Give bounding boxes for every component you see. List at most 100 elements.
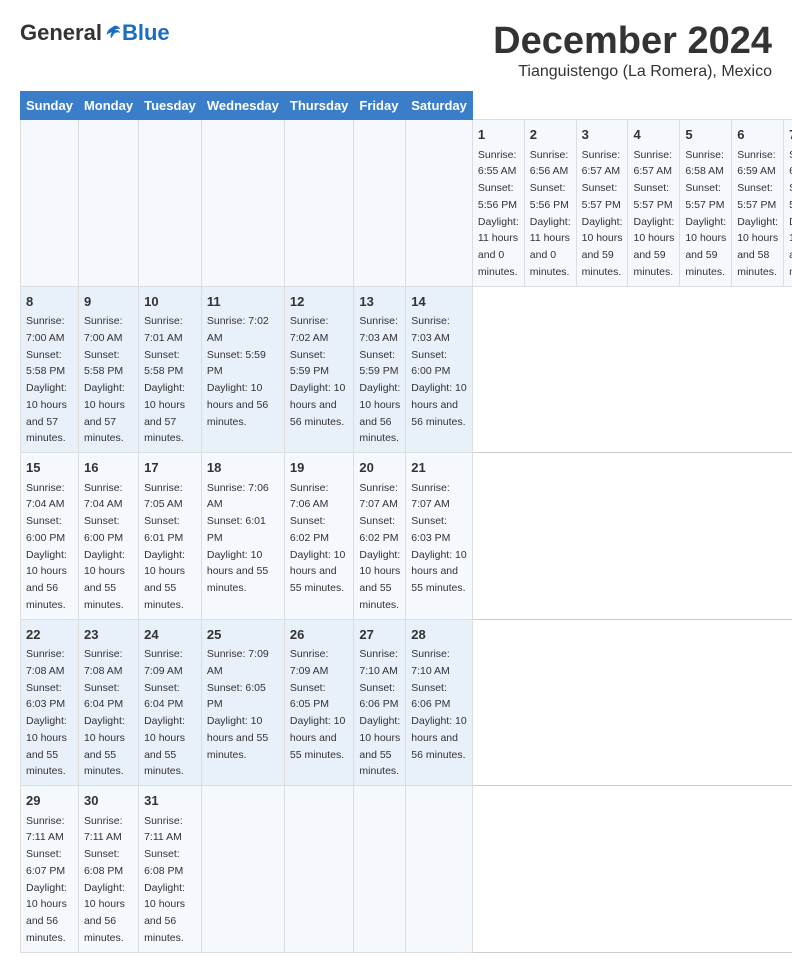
calendar-table: Sunday Monday Tuesday Wednesday Thursday… [20, 91, 792, 953]
sunset-text: Sunset: 5:57 PM [582, 182, 621, 211]
sunrise-text: Sunrise: 7:02 AM [290, 315, 329, 344]
sunset-text: Sunset: 6:00 PM [411, 349, 450, 378]
sunrise-text: Sunrise: 7:08 AM [84, 648, 123, 677]
table-cell: 26 Sunrise: 7:09 AM Sunset: 6:05 PM Dayl… [284, 619, 354, 786]
table-cell [354, 786, 406, 953]
day-number: 3 [582, 125, 623, 145]
daylight-text: Daylight: 10 hours and 55 minutes. [144, 715, 185, 777]
table-cell: 4 Sunrise: 6:57 AM Sunset: 5:57 PM Dayli… [628, 120, 680, 287]
sunset-text: Sunset: 6:00 PM [26, 515, 65, 544]
table-cell: 30 Sunrise: 7:11 AM Sunset: 6:08 PM Dayl… [78, 786, 138, 953]
sunset-text: Sunset: 5:58 PM [26, 349, 65, 378]
sunset-text: Sunset: 6:04 PM [84, 682, 123, 711]
sunrise-text: Sunrise: 7:00 AM [84, 315, 123, 344]
sunset-text: Sunset: 6:03 PM [411, 515, 450, 544]
table-cell: 10 Sunrise: 7:01 AM Sunset: 5:58 PM Dayl… [139, 286, 202, 453]
day-number: 2 [530, 125, 571, 145]
day-number: 17 [144, 458, 196, 478]
sunrise-text: Sunrise: 7:09 AM [290, 648, 329, 677]
table-cell: 31 Sunrise: 7:11 AM Sunset: 6:08 PM Dayl… [139, 786, 202, 953]
table-cell [139, 120, 202, 287]
day-number: 19 [290, 458, 349, 478]
sunset-text: Sunset: 5:57 PM [737, 182, 776, 211]
table-cell: 29 Sunrise: 7:11 AM Sunset: 6:07 PM Dayl… [21, 786, 79, 953]
table-cell: 6 Sunrise: 6:59 AM Sunset: 5:57 PM Dayli… [732, 120, 784, 287]
calendar-week-row: 22 Sunrise: 7:08 AM Sunset: 6:03 PM Dayl… [21, 619, 792, 786]
sunrise-text: Sunrise: 7:11 AM [84, 815, 123, 844]
day-number: 15 [26, 458, 73, 478]
sunrise-text: Sunrise: 7:10 AM [411, 648, 450, 677]
table-cell: 12 Sunrise: 7:02 AM Sunset: 5:59 PM Dayl… [284, 286, 354, 453]
day-number: 6 [737, 125, 778, 145]
daylight-text: Daylight: 10 hours and 57 minutes. [144, 382, 185, 444]
day-number: 1 [478, 125, 519, 145]
sunrise-text: Sunrise: 7:03 AM [411, 315, 450, 344]
table-cell: 24 Sunrise: 7:09 AM Sunset: 6:04 PM Dayl… [139, 619, 202, 786]
header-friday: Friday [354, 92, 406, 120]
sunrise-text: Sunrise: 7:07 AM [411, 482, 450, 511]
sunrise-text: Sunrise: 6:57 AM [582, 149, 621, 178]
day-number: 24 [144, 625, 196, 645]
sunrise-text: Sunrise: 7:04 AM [84, 482, 123, 511]
table-cell: 27 Sunrise: 7:10 AM Sunset: 6:06 PM Dayl… [354, 619, 406, 786]
daylight-text: Daylight: 10 hours and 55 minutes. [84, 549, 125, 611]
day-number: 4 [633, 125, 674, 145]
sunset-text: Sunset: 5:57 PM [685, 182, 724, 211]
title-area: December 2024 Tianguistengo (La Romera),… [493, 20, 772, 81]
daylight-text: Daylight: 10 hours and 56 minutes. [26, 549, 67, 611]
daylight-text: Daylight: 10 hours and 55 minutes. [84, 715, 125, 777]
header-thursday: Thursday [284, 92, 354, 120]
sunset-text: Sunset: 6:00 PM [84, 515, 123, 544]
sunset-text: Sunset: 5:59 PM [290, 349, 329, 378]
day-number: 14 [411, 292, 467, 312]
day-number: 5 [685, 125, 726, 145]
calendar-header-row: Sunday Monday Tuesday Wednesday Thursday… [21, 92, 792, 120]
day-number: 22 [26, 625, 73, 645]
day-number: 13 [359, 292, 400, 312]
sunrise-text: Sunrise: 7:11 AM [26, 815, 65, 844]
sunset-text: Sunset: 5:58 PM [84, 349, 123, 378]
table-cell: 18 Sunrise: 7:06 AM Sunset: 6:01 PM Dayl… [201, 453, 284, 620]
sunset-text: Sunset: 6:06 PM [411, 682, 450, 711]
table-cell: 25 Sunrise: 7:09 AM Sunset: 6:05 PM Dayl… [201, 619, 284, 786]
sunrise-text: Sunrise: 7:11 AM [144, 815, 183, 844]
sunrise-text: Sunrise: 6:57 AM [633, 149, 672, 178]
table-cell [78, 120, 138, 287]
sunset-text: Sunset: 6:02 PM [290, 515, 329, 544]
table-cell [284, 120, 354, 287]
table-cell: 9 Sunrise: 7:00 AM Sunset: 5:58 PM Dayli… [78, 286, 138, 453]
sunset-text: Sunset: 6:06 PM [359, 682, 398, 711]
sunset-text: Sunset: 5:59 PM [359, 349, 398, 378]
day-number: 26 [290, 625, 349, 645]
table-cell: 13 Sunrise: 7:03 AM Sunset: 5:59 PM Dayl… [354, 286, 406, 453]
sunrise-text: Sunrise: 6:59 AM [737, 149, 776, 178]
daylight-text: Daylight: 10 hours and 56 minutes. [290, 382, 345, 428]
daylight-text: Daylight: 10 hours and 55 minutes. [359, 715, 400, 777]
sunrise-text: Sunrise: 7:00 AM [26, 315, 65, 344]
day-number: 11 [207, 292, 279, 312]
sunrise-text: Sunrise: 7:06 AM [207, 482, 269, 511]
page-header: General Blue December 2024 Tianguistengo… [20, 20, 772, 81]
table-cell: 20 Sunrise: 7:07 AM Sunset: 6:02 PM Dayl… [354, 453, 406, 620]
sunset-text: Sunset: 6:01 PM [207, 515, 266, 544]
daylight-text: Daylight: 10 hours and 57 minutes. [26, 382, 67, 444]
sunrise-text: Sunrise: 7:04 AM [26, 482, 65, 511]
sunrise-text: Sunrise: 7:06 AM [290, 482, 329, 511]
daylight-text: Daylight: 10 hours and 55 minutes. [26, 715, 67, 777]
table-cell: 19 Sunrise: 7:06 AM Sunset: 6:02 PM Dayl… [284, 453, 354, 620]
daylight-text: Daylight: 10 hours and 56 minutes. [411, 382, 466, 428]
table-cell: 16 Sunrise: 7:04 AM Sunset: 6:00 PM Dayl… [78, 453, 138, 620]
calendar-week-row: 29 Sunrise: 7:11 AM Sunset: 6:07 PM Dayl… [21, 786, 792, 953]
day-number: 27 [359, 625, 400, 645]
sunset-text: Sunset: 5:56 PM [530, 182, 569, 211]
table-cell: 15 Sunrise: 7:04 AM Sunset: 6:00 PM Dayl… [21, 453, 79, 620]
daylight-text: Daylight: 11 hours and 0 minutes. [478, 216, 519, 278]
sunset-text: Sunset: 6:08 PM [84, 848, 123, 877]
month-title: December 2024 [493, 20, 772, 63]
daylight-text: Daylight: 10 hours and 56 minutes. [84, 882, 125, 944]
day-number: 28 [411, 625, 467, 645]
sunrise-text: Sunrise: 7:09 AM [207, 648, 269, 677]
header-wednesday: Wednesday [201, 92, 284, 120]
sunset-text: Sunset: 6:03 PM [26, 682, 65, 711]
sunrise-text: Sunrise: 7:01 AM [144, 315, 183, 344]
